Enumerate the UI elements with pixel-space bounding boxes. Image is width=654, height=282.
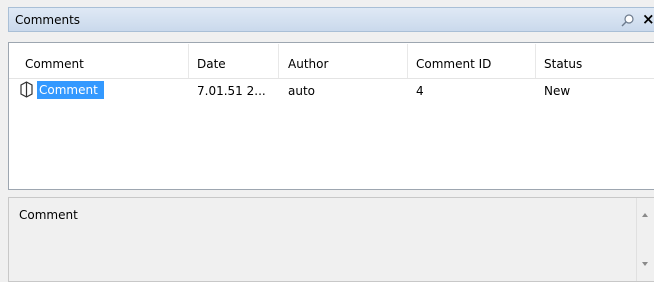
scroll-up-icon[interactable] — [642, 213, 648, 217]
column-header-comment-id[interactable]: Comment ID — [416, 57, 491, 71]
author-cell: auto — [288, 84, 316, 98]
column-header-comment[interactable]: Comment — [25, 57, 84, 71]
comment-id-cell: 4 — [416, 84, 424, 98]
comment-detail-box[interactable]: Comment — [8, 197, 654, 282]
comment-text[interactable]: Comment — [37, 81, 104, 99]
column-header-date[interactable]: Date — [197, 57, 226, 71]
column-divider[interactable] — [188, 44, 189, 78]
column-header-author[interactable]: Author — [288, 57, 328, 71]
column-header-status[interactable]: Status — [544, 57, 582, 71]
panel-titlebar: Comments × — [8, 7, 654, 32]
scroll-down-icon[interactable] — [642, 262, 648, 266]
table-row[interactable]: Comment 7.01.51 2... auto 4 New — [9, 78, 654, 100]
column-divider[interactable] — [407, 44, 408, 78]
table-header: Comment Date Author Comment ID Status — [9, 43, 654, 79]
column-divider[interactable] — [278, 44, 279, 78]
column-divider[interactable] — [535, 44, 536, 78]
status-cell: New — [544, 84, 571, 98]
comments-panel: Comments × Comment Date Author Comment I… — [8, 0, 654, 282]
close-icon[interactable]: × — [642, 10, 654, 28]
detail-scrollbar[interactable] — [636, 198, 654, 281]
panel-title: Comments — [15, 13, 81, 27]
pin-icon[interactable] — [621, 13, 635, 27]
comments-table: Comment Date Author Comment ID Status Co… — [8, 42, 654, 190]
comment-detail-text: Comment — [19, 208, 78, 222]
comment-marker-icon — [20, 81, 33, 98]
date-cell: 7.01.51 2... — [197, 84, 266, 98]
